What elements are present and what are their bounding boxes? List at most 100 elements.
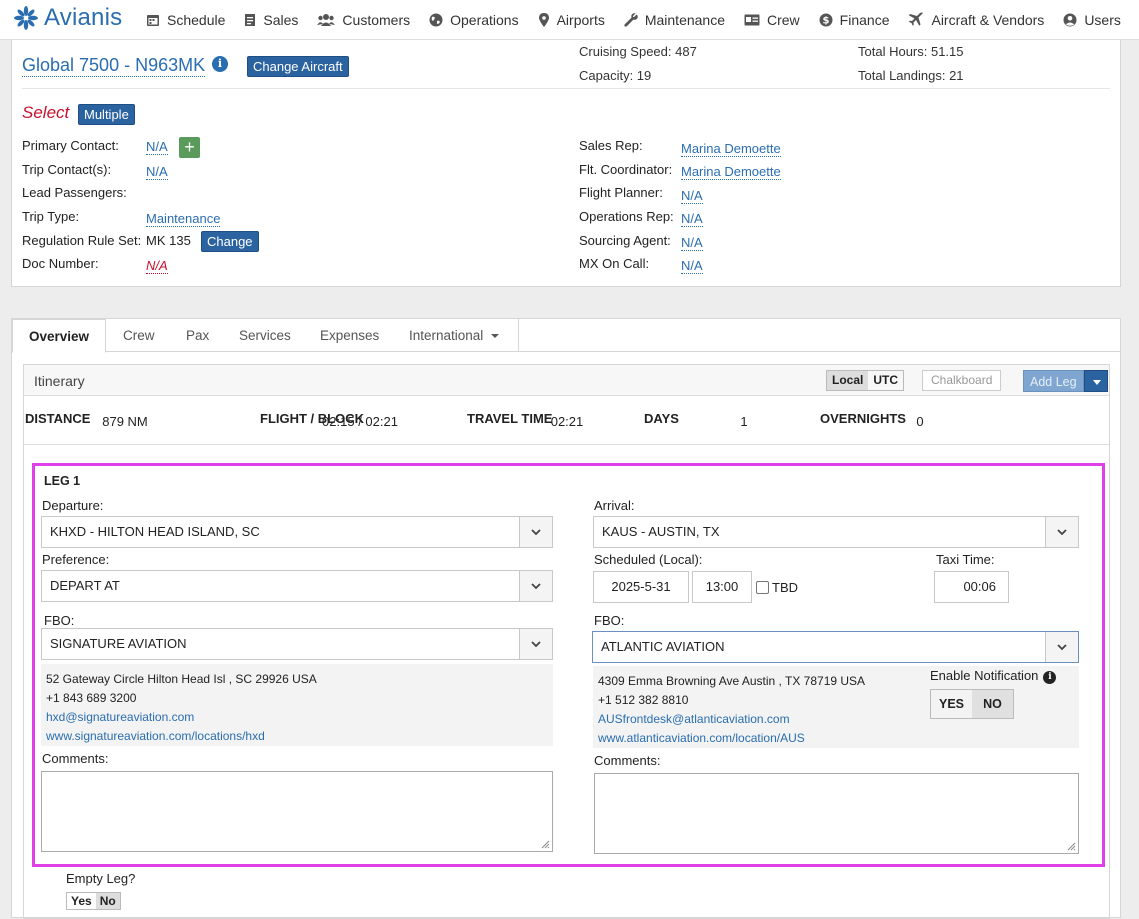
notification-yes[interactable]: YES [931,690,972,718]
dep-fbo-website[interactable]: www.signatureaviation.com/locations/hxd [46,727,548,746]
enable-notification-label: Enable Notification i [930,668,1057,684]
notification-toggle[interactable]: YES NO [930,689,1014,719]
arrival-label: Arrival: [594,498,635,513]
empty-leg-label: Empty Leg? [66,871,136,886]
chevron-down-icon[interactable] [519,629,552,659]
dep-fbo-label: FBO: [44,613,75,628]
dep-fbo-select[interactable]: SIGNATURE AVIATION [41,628,553,660]
add-leg-button[interactable]: Add Leg [1023,370,1084,392]
add-leg-split-button[interactable]: Add Leg [1023,370,1108,392]
tab-pax[interactable]: Pax [170,319,225,352]
tbd-checkbox[interactable]: TBD [756,580,798,595]
tbd-label: TBD [772,580,798,595]
flight-planner-value[interactable]: N/A [681,188,703,204]
stat-label: OVERNIGHTS [820,411,906,426]
caret-down-icon [1092,380,1101,385]
arr-fbo-label: FBO: [594,613,625,628]
arrival-select[interactable]: KAUS - AUSTIN, TX [593,516,1079,548]
trip-contacts-label: Trip Contact(s): [22,162,112,177]
info-icon[interactable]: i [1043,671,1057,684]
nav-users[interactable]: Users [1063,12,1121,28]
local-utc-toggle[interactable]: Local UTC [826,370,905,391]
chalkboard-button[interactable]: Chalkboard [922,370,1002,391]
dep-fbo-email[interactable]: hxd@signatureaviation.com [46,708,548,727]
chevron-down-icon[interactable] [1045,632,1078,662]
nav-aircraft-vendors[interactable]: Aircraft & Vendors [908,12,1044,28]
change-aircraft-button[interactable]: Change Aircraft [247,56,349,77]
user-icon [1063,13,1077,27]
dep-comments-textarea[interactable] [41,771,553,852]
primary-contact-label: Primary Contact: [22,138,119,153]
arr-comments-label: Comments: [594,753,661,768]
add-contact-button[interactable]: + [179,137,200,158]
departure-select[interactable]: KHXD - HILTON HEAD ISLAND, SC [41,516,553,548]
resize-grip-icon[interactable] [1066,841,1076,851]
tab-services[interactable]: Services [223,319,307,352]
empty-leg-toggle[interactable]: Yes No [66,892,121,910]
avianis-logo[interactable]: Avianis [12,4,122,32]
id-card-icon [744,14,760,26]
arr-fbo-value: ATLANTIC AVIATION [601,639,725,654]
regulation-rule-value: MK 135 [146,233,191,248]
nav-schedule[interactable]: Schedule [146,12,225,28]
chevron-down-icon[interactable] [519,517,552,547]
sourcing-agent-value[interactable]: N/A [681,235,703,251]
nav-airports[interactable]: Airports [538,12,605,28]
local-option[interactable]: Local [827,371,869,390]
mx-on-call-value[interactable]: N/A [681,258,703,274]
change-rule-button[interactable]: Change [201,231,259,252]
trip-type-value[interactable]: Maintenance [146,211,221,227]
tab-divider [518,319,519,352]
stat-label: TRAVEL TIME [467,411,553,426]
chevron-down-icon[interactable] [519,571,552,601]
resize-grip-icon[interactable] [540,839,550,849]
utc-option[interactable]: UTC [868,371,903,390]
nav-crew[interactable]: Crew [744,12,800,28]
flt-coordinator-value[interactable]: Marina Demoette [681,164,781,180]
nav-sales[interactable]: Sales [244,12,298,28]
capacity: Capacity: 19 [579,68,652,83]
dollar-icon: $ [819,13,833,27]
caret-down-icon [491,334,500,338]
stat-label: FLIGHT / BLOCK [260,411,364,426]
tab-overview[interactable]: Overview [12,319,107,353]
doc-number-label: Doc Number: [22,256,99,271]
tab-international[interactable]: International [393,319,515,352]
cruising-speed: Cruising Speed: 487 [579,44,697,59]
trip-type-label: Trip Type: [22,209,80,224]
checkbox[interactable] [756,581,769,594]
nav-maintenance[interactable]: Maintenance [624,12,725,28]
nav-label: Schedule [167,12,226,28]
preference-value: DEPART AT [50,578,120,593]
plane-icon [909,12,924,26]
chevron-down-icon[interactable] [1045,517,1078,547]
nav-customers[interactable]: Customers [317,12,410,28]
trip-contacts-value[interactable]: N/A [146,164,168,180]
add-leg-dropdown[interactable] [1083,370,1108,392]
preference-select[interactable]: DEPART AT [41,570,553,602]
top-nav: Avianis Schedule Sales Customers Operati… [0,0,1139,40]
aircraft-title[interactable]: Global 7500 - N963MK [22,54,206,77]
scheduled-time-input[interactable]: 13:00 [692,571,752,603]
arr-fbo-website[interactable]: www.atlanticaviation.com/location/AUS [598,729,1074,748]
info-icon[interactable]: i [212,56,228,72]
arr-comments-textarea[interactable] [594,773,1079,854]
notification-no[interactable]: NO [972,690,1013,718]
primary-contact-value[interactable]: N/A [146,139,168,155]
scheduled-date-input[interactable]: 2025-5-31 [593,571,689,603]
taxi-time-input[interactable]: 00:06 [934,571,1009,603]
nav-label: Sales [263,12,299,28]
nav-finance[interactable]: $ Finance [819,12,889,28]
operations-rep-value[interactable]: N/A [681,211,703,227]
select-label[interactable]: Select [22,103,69,123]
multiple-button[interactable]: Multiple [78,104,135,125]
nav-label: Users [1084,12,1121,28]
sales-rep-value[interactable]: Marina Demoette [681,141,781,157]
empty-leg-yes[interactable]: Yes [67,893,96,909]
arr-fbo-select[interactable]: ATLANTIC AVIATION [592,631,1079,663]
nav-operations[interactable]: Operations [429,12,519,28]
tab-crew[interactable]: Crew [107,319,171,352]
doc-number-value[interactable]: N/A [146,258,168,274]
empty-leg-no[interactable]: No [95,893,120,909]
tab-expenses[interactable]: Expenses [304,319,395,352]
